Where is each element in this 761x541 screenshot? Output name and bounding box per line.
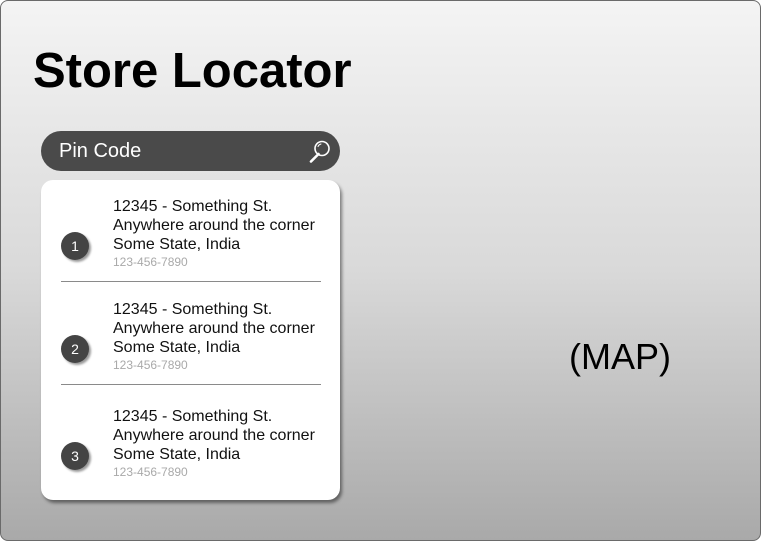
- store-number-badge: 1: [61, 232, 89, 260]
- pin-code-search-bar: [41, 131, 340, 171]
- list-divider: [61, 281, 321, 282]
- map-area[interactable]: (MAP): [381, 131, 741, 501]
- store-area: Anywhere around the corner: [113, 427, 315, 444]
- store-region: Some State, India: [113, 446, 241, 463]
- map-placeholder-label: (MAP): [569, 336, 671, 377]
- store-list-item[interactable]: 3 12345 - Something St. Anywhere around …: [41, 404, 340, 494]
- store-phone: 123-456-7890: [113, 465, 188, 479]
- store-street: 12345 - Something St.: [113, 301, 273, 318]
- store-region: Some State, India: [113, 236, 241, 253]
- store-number-badge: 3: [61, 442, 89, 470]
- store-locator-window: Store Locator 1 12345 - Something St. An…: [0, 0, 761, 541]
- store-phone: 123-456-7890: [113, 255, 188, 269]
- pin-code-input[interactable]: [59, 131, 299, 171]
- page-title: Store Locator: [33, 44, 352, 98]
- store-region: Some State, India: [113, 339, 241, 356]
- list-divider: [61, 384, 321, 385]
- magnifier-icon[interactable]: [308, 139, 332, 163]
- store-area: Anywhere around the corner: [113, 320, 315, 337]
- store-street: 12345 - Something St.: [113, 198, 273, 215]
- store-list-item[interactable]: 2 12345 - Something St. Anywhere around …: [41, 297, 340, 387]
- store-street: 12345 - Something St.: [113, 408, 273, 425]
- store-number-badge: 2: [61, 335, 89, 363]
- store-phone: 123-456-7890: [113, 358, 188, 372]
- store-results-list: 1 12345 - Something St. Anywhere around …: [41, 180, 340, 500]
- store-list-item[interactable]: 1 12345 - Something St. Anywhere around …: [41, 194, 340, 284]
- store-area: Anywhere around the corner: [113, 217, 315, 234]
